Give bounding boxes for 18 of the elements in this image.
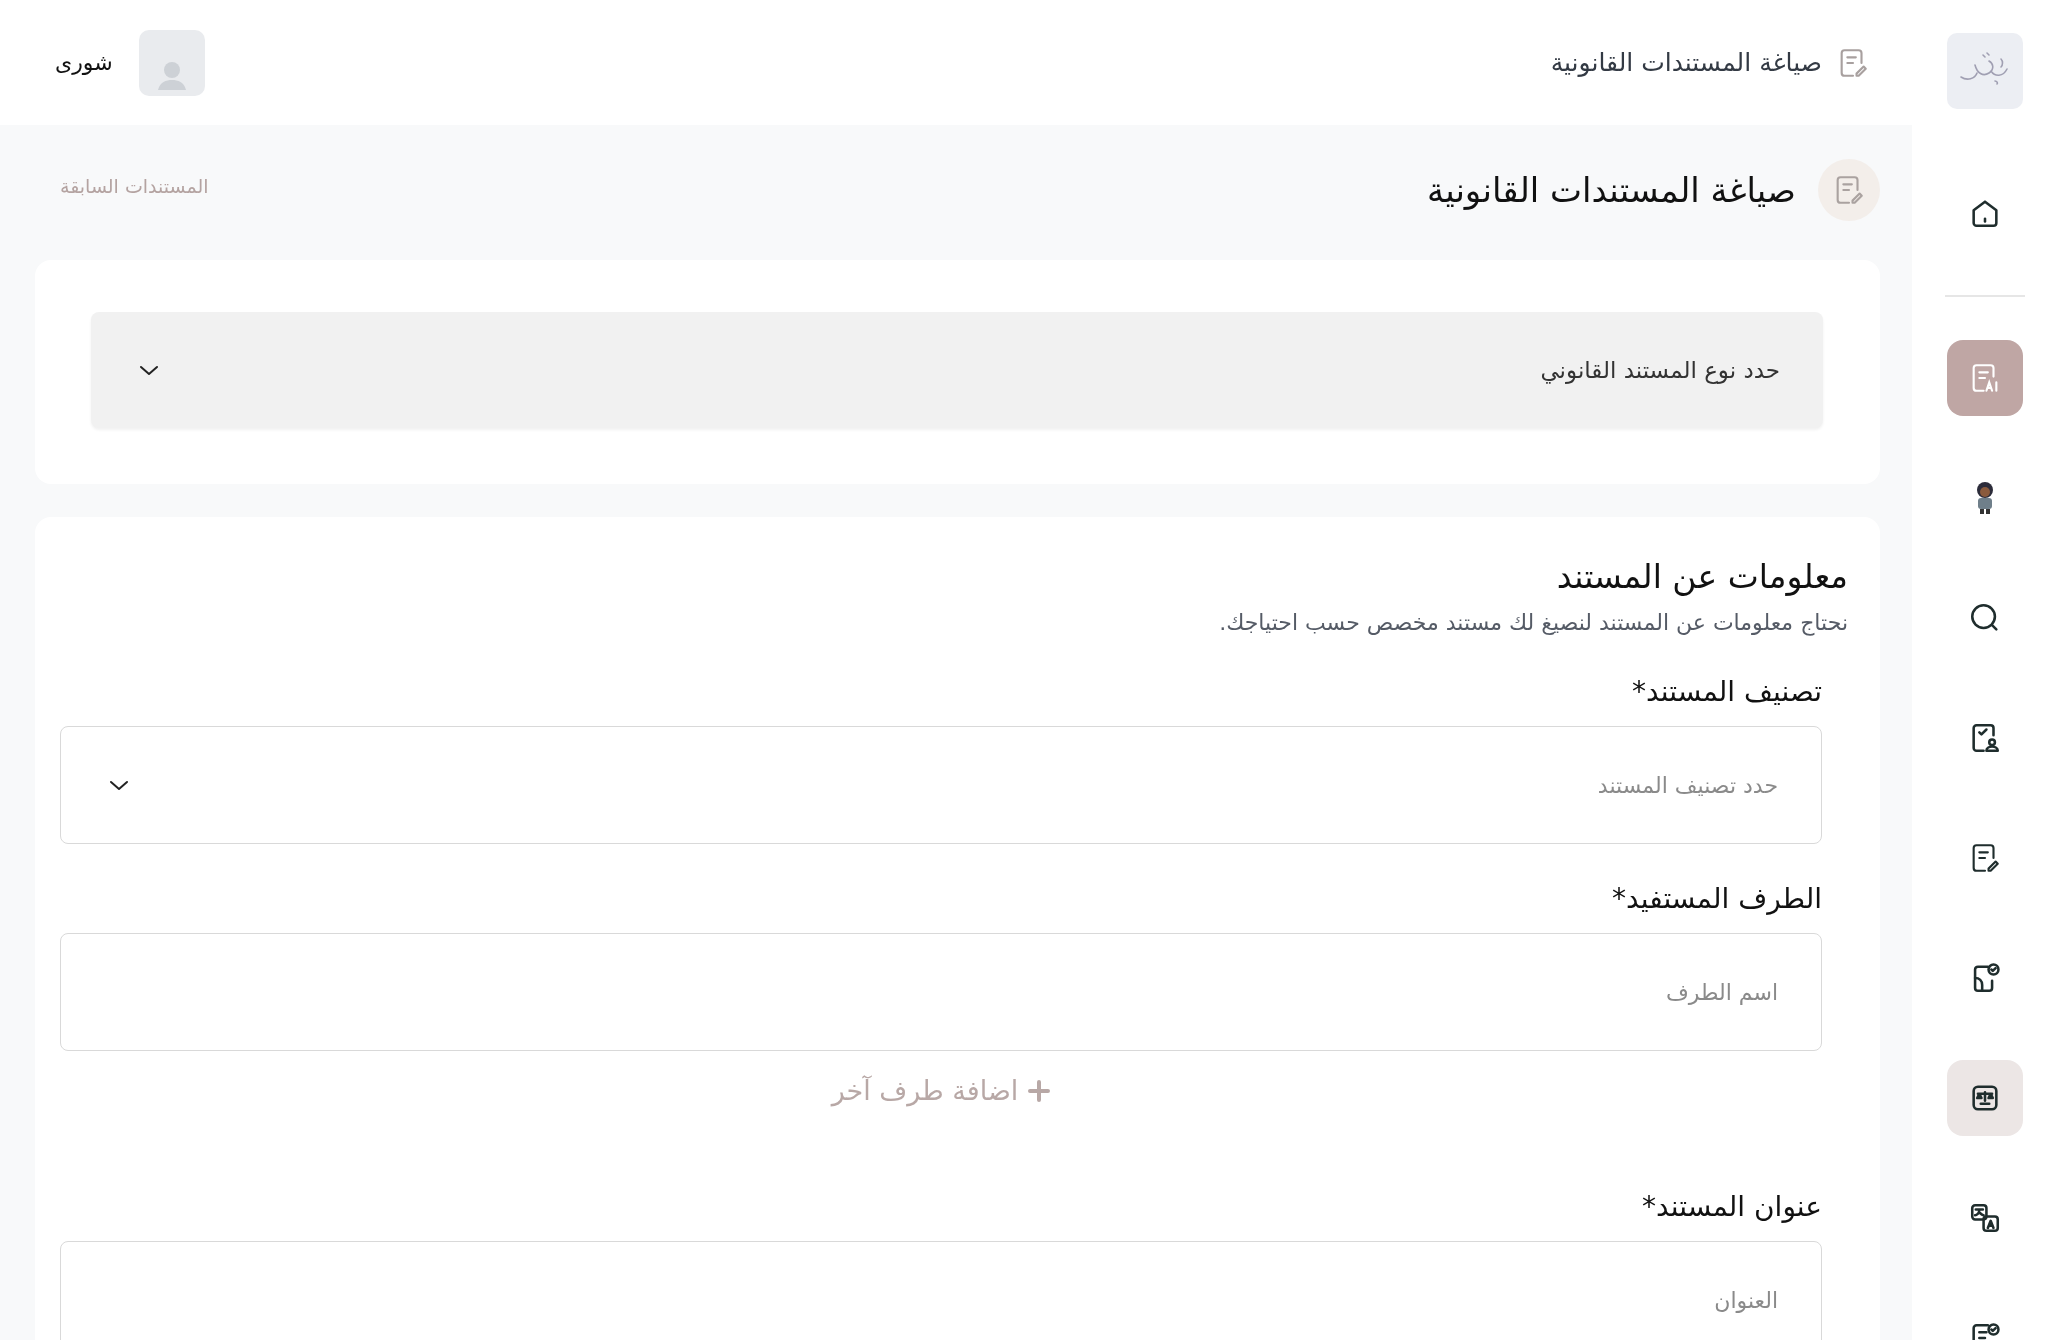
- page-title: صياغة المستندات القانونية: [1550, 48, 1822, 77]
- input-field[interactable]: اسم الطرف: [60, 933, 1822, 1051]
- chevron-icon: [138, 363, 160, 377]
- document-type-select[interactable]: حدد نوع المستند القانوني: [91, 312, 1823, 428]
- chevron-icon: [108, 778, 130, 792]
- sidebar-item[interactable]: [1946, 1060, 2023, 1136]
- previous-documents-link[interactable]: المستندات السابقة: [60, 175, 209, 197]
- page-heading: صياغة المستندات القانونية: [1426, 170, 1796, 210]
- field-label: تصنيف المستند*: [1631, 675, 1822, 708]
- input-field[interactable]: العنوان: [60, 1241, 1822, 1340]
- plus-icon: [1028, 1079, 1051, 1102]
- field-label: عنوان المستند*: [1641, 1190, 1822, 1223]
- section-heading: معلومات عن المستند: [1555, 557, 1848, 596]
- add-party-button[interactable]: اضافة طرف آخر: [831, 1075, 1051, 1106]
- field-label: الطرف المستفيد*: [1611, 882, 1822, 915]
- section-description: نحتاج معلومات عن المستند لنصيغ لك مستند مخصص حسب احتياجك.: [1218, 610, 1848, 635]
- select-field[interactable]: حدد تصنيف المستند: [60, 726, 1822, 844]
- user-name: شورى: [55, 50, 113, 75]
